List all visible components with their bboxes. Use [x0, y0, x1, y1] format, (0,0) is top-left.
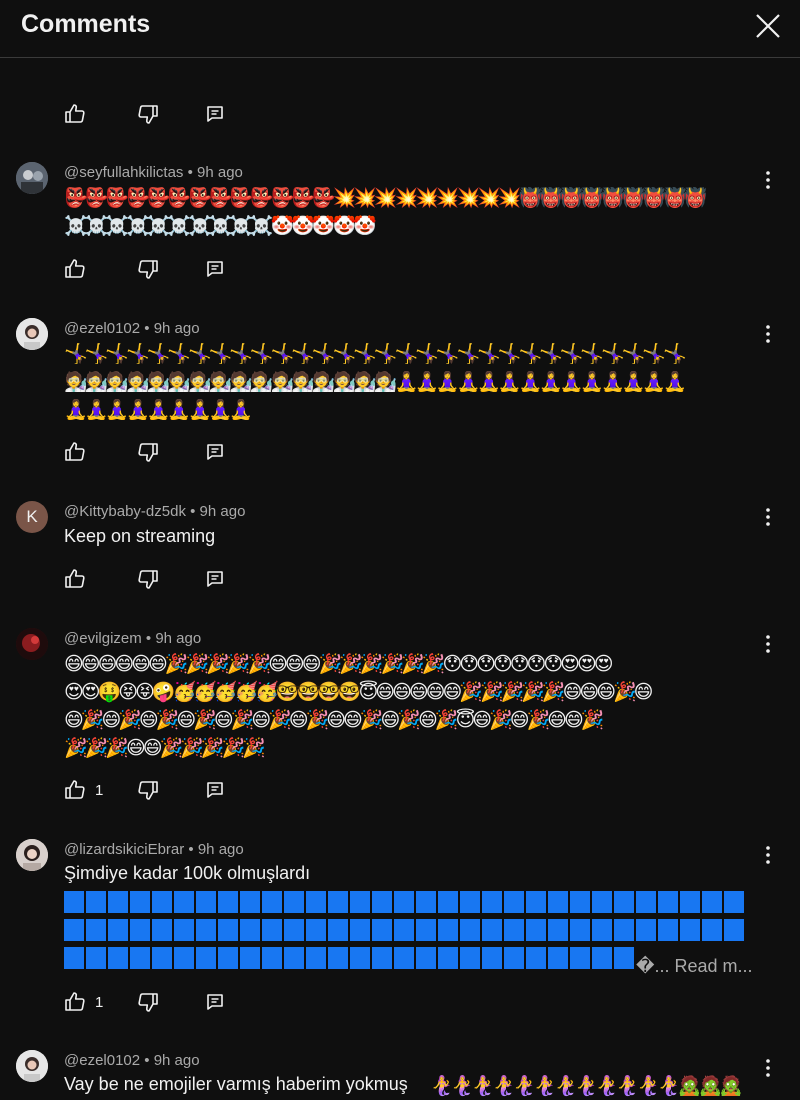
avatar-image: [16, 1050, 48, 1082]
thumbs-up-icon: [63, 567, 87, 591]
reply-icon: [203, 102, 227, 126]
reply-button[interactable]: [203, 102, 227, 126]
avatar-image: [16, 318, 48, 350]
thumbs-up-icon: [63, 778, 87, 802]
comment-emoji-line: 😄😄😄😄😄😄🎉🎉🎉🎉🎉😄😄😄🎉🎉🎉🎉🎉🎉😯😯😯😯😯😯😯😍😍😍: [64, 653, 614, 675]
avatar[interactable]: [16, 839, 48, 871]
thumbs-down-icon: [136, 440, 160, 464]
thumbs-up-icon: [63, 257, 87, 281]
comment-meta[interactable]: @Kittybaby-dz5dk • 9h ago: [64, 503, 245, 520]
comment-text: Vay be ne emojiler varmış haberim yokmuş: [64, 1074, 408, 1094]
avatar-image: [16, 628, 48, 660]
avatar[interactable]: [16, 1050, 48, 1082]
comment-emoji-line: ☠️☠️☠️☠️☠️☠️☠️☠️☠️☠️🤡🤡🤡🤡🤡: [64, 215, 377, 237]
dislike-button[interactable]: [136, 778, 160, 802]
comment-emoji-line: 🧘‍♀️🧘‍♀️🧘‍♀️🧘‍♀️🧘‍♀️🧘‍♀️🧘‍♀️🧘‍♀️🧘‍♀️: [64, 399, 253, 421]
comment-meta[interactable]: @ezel0102 • 9h ago: [64, 320, 200, 337]
more-options-button[interactable]: [756, 632, 780, 656]
thumbs-down-icon: [136, 778, 160, 802]
avatar-image: [16, 839, 48, 871]
more-options-button[interactable]: [756, 843, 780, 867]
thumbs-up-icon: [63, 440, 87, 464]
like-button[interactable]: [63, 567, 87, 591]
like-button[interactable]: 1: [63, 778, 103, 802]
more-vert-icon: [756, 322, 780, 346]
reply-button[interactable]: [203, 257, 227, 281]
comment-emoji-line: 😄🎉😄🎉😄🎉😄🎉😄🎉😄🎉😄🎉😄😄🎉😄🎉😄🎉😇😄🎉😄🎉😄😄🎉: [64, 709, 604, 731]
dislike-button[interactable]: [136, 257, 160, 281]
like-button[interactable]: [63, 440, 87, 464]
like-count: 1: [95, 993, 104, 1011]
avatar[interactable]: [16, 162, 48, 194]
emoji-block-row: [64, 947, 634, 969]
comments-header: Comments: [0, 0, 800, 58]
comment-emoji-line: 🎉🎉🎉😄😄🎉🎉🎉🎉🎉: [64, 737, 266, 759]
thumbs-up-icon: [63, 102, 87, 126]
reply-icon: [203, 990, 227, 1014]
comment-emoji-line: 🤸‍♀️🤸‍♀️🤸‍♀️🤸‍♀️🤸‍♀️🤸‍♀️🤸‍♀️🤸‍♀️🤸‍♀️🤸‍♀️…: [64, 343, 687, 365]
reply-icon: [203, 567, 227, 591]
reply-button[interactable]: [203, 567, 227, 591]
like-button[interactable]: 1: [63, 990, 103, 1014]
comment-text: Şimdiye kadar 100k olmuşlardı: [64, 863, 311, 883]
avatar-image: [16, 162, 48, 194]
thumbs-down-icon: [136, 257, 160, 281]
like-button[interactable]: [63, 102, 87, 126]
dislike-button[interactable]: [136, 567, 160, 591]
read-more-link[interactable]: �... Read m...: [636, 956, 753, 977]
comment-text: Keep on streaming: [64, 526, 216, 546]
avatar-letter: K: [26, 507, 38, 526]
emoji-block-row: [64, 891, 744, 913]
close-button[interactable]: [750, 8, 786, 44]
emoji-block-row: [64, 919, 744, 941]
avatar[interactable]: [16, 318, 48, 350]
reply-icon: [203, 778, 227, 802]
comment-meta[interactable]: @ezel0102 • 9h ago: [64, 1052, 200, 1069]
comment-emoji-line: 🧑‍🔬🧑‍🔬🧑‍🔬🧑‍🔬🧑‍🔬🧑‍🔬🧑‍🔬🧑‍🔬🧑‍🔬🧑‍🔬🧑‍🔬🧑‍🔬🧑‍🔬🧑…: [64, 371, 687, 393]
dislike-button[interactable]: [136, 440, 160, 464]
thumbs-down-icon: [136, 990, 160, 1014]
reply-button[interactable]: [203, 778, 227, 802]
dislike-button[interactable]: [136, 990, 160, 1014]
reply-icon: [203, 257, 227, 281]
more-options-button[interactable]: [756, 168, 780, 192]
avatar[interactable]: [16, 628, 48, 660]
comment-emoji-line: 😍😍🤑😝😝🤪🥳🥳🥳🥳🥳🤓🤓🤓🤓😇😄😄😄😄😄🎉🎉🎉🎉🎉😄😄😄🎉😄: [64, 681, 653, 703]
reply-button[interactable]: [203, 990, 227, 1014]
close-icon: [756, 14, 780, 38]
thumbs-up-icon: [63, 990, 87, 1014]
more-options-button[interactable]: [756, 1056, 780, 1080]
thumbs-down-icon: [136, 567, 160, 591]
more-vert-icon: [756, 1056, 780, 1080]
more-vert-icon: [756, 505, 780, 529]
more-vert-icon: [756, 843, 780, 867]
like-button[interactable]: [63, 257, 87, 281]
more-options-button[interactable]: [756, 322, 780, 346]
reply-icon: [203, 440, 227, 464]
comment-emoji-line: 👺👺👺👺👺👺👺👺👺👺👺👺👺💥💥💥💥💥💥💥💥💥👹👹👹👹👹👹👹👹👹: [64, 187, 707, 209]
reply-button[interactable]: [203, 440, 227, 464]
avatar[interactable]: K: [16, 501, 48, 533]
comment-meta[interactable]: @seyfullahkilictas • 9h ago: [64, 164, 243, 181]
more-vert-icon: [756, 168, 780, 192]
more-options-button[interactable]: [756, 505, 780, 529]
comment-meta[interactable]: @evilgizem • 9h ago: [64, 630, 201, 647]
comment-emoji-line: 🧜‍♀️🧜‍♀️🧜‍♀️🧜‍♀️🧜‍♀️🧜‍♀️🧜‍♀️🧜‍♀️🧜‍♀️🧜‍♀️…: [430, 1075, 743, 1097]
like-count: 1: [95, 781, 104, 799]
thumbs-down-icon: [136, 102, 160, 126]
more-vert-icon: [756, 632, 780, 656]
comment-meta[interactable]: @lizardsikiciEbrar • 9h ago: [64, 841, 244, 858]
page-title: Comments: [21, 10, 151, 38]
dislike-button[interactable]: [136, 102, 160, 126]
